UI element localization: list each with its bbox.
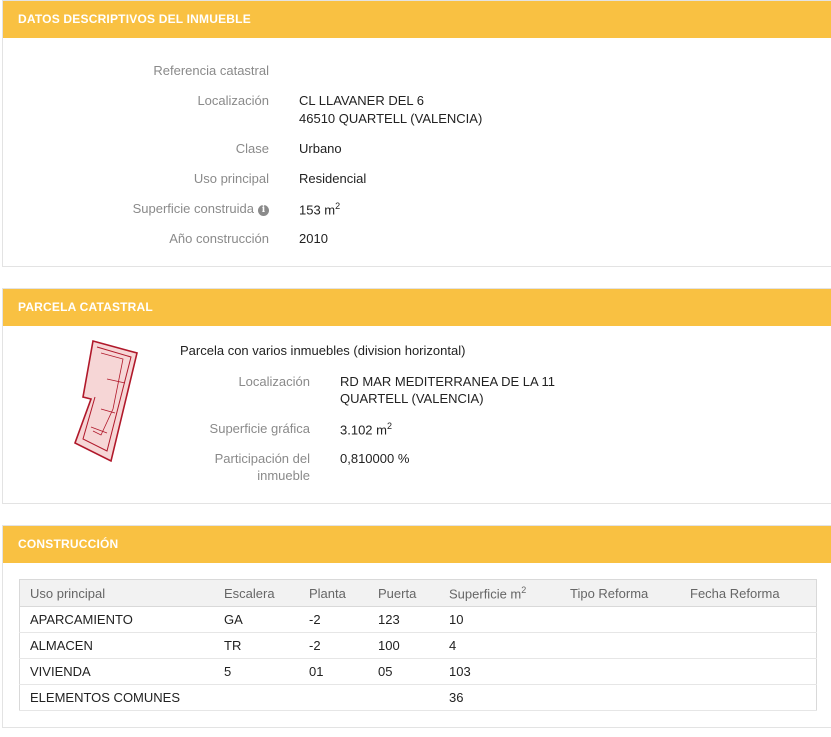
uso-principal-label: Uso principal <box>193 171 269 186</box>
cell-escalera: TR <box>214 632 299 659</box>
referencia-catastral-label: Referencia catastral <box>153 63 269 78</box>
parcel-map-thumbnail[interactable] <box>71 339 151 469</box>
cell-fecha-reforma <box>680 606 817 633</box>
cell-uso: APARCAMIENTO <box>19 606 214 633</box>
cell-uso: VIVIENDA <box>19 658 214 685</box>
clase-value: Urbano <box>299 141 342 156</box>
cell-tipo-reforma <box>560 606 680 633</box>
cell-planta: 01 <box>299 658 368 685</box>
superficie-construida-value: 153 m2 <box>299 201 340 217</box>
participacion-value: 0,810000 % <box>340 451 410 466</box>
cell-superficie: 36 <box>439 684 560 711</box>
localizacion-line1: CL LLAVANER DEL 6 <box>299 93 424 108</box>
cell-tipo-reforma <box>560 658 680 685</box>
superficie-construida-label: Superficie construida <box>132 201 254 216</box>
cell-escalera <box>214 684 299 711</box>
cell-escalera: 5 <box>214 658 299 685</box>
parcela-localizacion-line1: RD MAR MEDITERRANEA DE LA 11 <box>340 374 556 389</box>
superficie-grafica-number: 3.102 m <box>340 422 387 438</box>
participacion-label-line2: inmueble <box>257 468 310 483</box>
cell-puerta: 100 <box>368 632 439 659</box>
participacion-label-line1: Participación del <box>214 451 310 466</box>
clase-label: Clase <box>235 141 269 156</box>
col-superficie-label: Superficie m <box>449 586 522 602</box>
table-row: ALMACEN TR -2 100 4 <box>19 632 817 659</box>
construccion-header: CONSTRUCCIÓN <box>3 526 831 563</box>
table-row: ELEMENTOS COMUNES 36 <box>19 684 817 711</box>
anio-construccion-label: Año construcción <box>169 231 269 246</box>
col-superficie: Superficie m2 <box>439 579 560 607</box>
cell-puerta: 05 <box>368 658 439 685</box>
col-tipo-reforma: Tipo Reforma <box>560 579 680 607</box>
col-escalera: Escalera <box>214 579 299 607</box>
cell-fecha-reforma <box>680 632 817 659</box>
cell-planta: -2 <box>299 606 368 633</box>
superficie-grafica-label: Superficie gráfica <box>209 421 310 436</box>
construccion-panel: CONSTRUCCIÓN Uso principal Escalera Plan… <box>2 525 831 728</box>
cell-uso: ALMACEN <box>19 632 214 659</box>
cell-tipo-reforma <box>560 684 680 711</box>
parcela-localizacion-line2: QUARTELL (VALENCIA) <box>340 391 484 406</box>
datos-descriptivos-header: DATOS DESCRIPTIVOS DEL INMUEBLE <box>3 1 831 38</box>
cell-superficie: 4 <box>439 632 560 659</box>
parcela-catastral-header: PARCELA CATASTRAL <box>3 289 831 326</box>
superficie-construida-row-label: Superficie construida i <box>133 201 269 216</box>
cell-fecha-reforma <box>680 684 817 711</box>
uso-principal-value: Residencial <box>299 171 367 186</box>
table-header-row: Uso principal Escalera Planta Puerta Sup… <box>19 579 817 607</box>
cell-puerta <box>368 684 439 711</box>
parcel-outline <box>74 339 138 463</box>
anio-construccion-value: 2010 <box>299 231 328 246</box>
superficie-unit-exponent: 2 <box>335 201 341 211</box>
col-planta: Planta <box>299 579 368 607</box>
superficie-grafica-value: 3.102 m2 <box>340 421 392 437</box>
info-icon[interactable]: i <box>258 205 269 216</box>
cell-tipo-reforma <box>560 632 680 659</box>
col-uso-principal: Uso principal <box>19 579 214 607</box>
cell-planta: -2 <box>299 632 368 659</box>
datos-descriptivos-panel: DATOS DESCRIPTIVOS DEL INMUEBLE Referenc… <box>2 0 831 267</box>
parcela-localizacion-label: Localización <box>238 374 310 389</box>
parcela-title: Parcela con varios inmuebles (division h… <box>180 343 466 358</box>
superficie-construida-number: 153 m <box>299 202 336 218</box>
parcela-catastral-panel: PARCELA CATASTRAL Parcela con varios inm… <box>2 288 831 504</box>
cell-escalera: GA <box>214 606 299 633</box>
construccion-table: Uso principal Escalera Planta Puerta Sup… <box>19 579 817 711</box>
superficie-grafica-exponent: 2 <box>386 421 392 431</box>
cell-superficie: 103 <box>439 658 560 685</box>
cell-planta <box>299 684 368 711</box>
localizacion-label: Localización <box>197 93 269 108</box>
cell-superficie: 10 <box>439 606 560 633</box>
col-fecha-reforma: Fecha Reforma <box>680 579 817 607</box>
table-row: APARCAMIENTO GA -2 123 10 <box>19 606 817 633</box>
col-puerta: Puerta <box>368 579 439 607</box>
col-superficie-exponent: 2 <box>521 584 527 595</box>
table-row: VIVIENDA 5 01 05 103 <box>19 658 817 685</box>
cell-fecha-reforma <box>680 658 817 685</box>
cell-puerta: 123 <box>368 606 439 633</box>
cell-uso: ELEMENTOS COMUNES <box>19 684 214 711</box>
localizacion-line2: 46510 QUARTELL (VALENCIA) <box>299 111 483 126</box>
